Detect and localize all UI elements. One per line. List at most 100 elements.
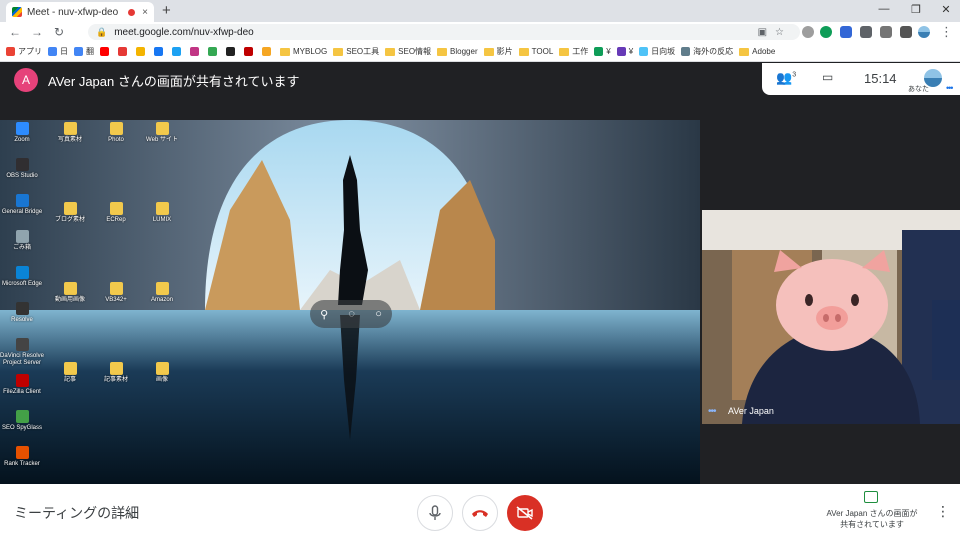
bookmark-favicon-icon bbox=[244, 47, 253, 56]
extension-icon[interactable] bbox=[880, 26, 892, 38]
bookmark-item[interactable]: Adobe bbox=[739, 47, 775, 56]
desktop-file-label: Amazon bbox=[150, 297, 173, 303]
extension-icon[interactable] bbox=[820, 26, 832, 38]
tile-audio-indicator-icon: ••• bbox=[708, 406, 716, 417]
camera-off-button[interactable] bbox=[507, 495, 543, 531]
bookmark-item[interactable] bbox=[172, 47, 184, 56]
chat-icon[interactable]: ▭ bbox=[822, 70, 833, 84]
present-screen-icon[interactable] bbox=[864, 491, 878, 503]
pin-icon[interactable]: ⚲ bbox=[320, 308, 328, 321]
bookmark-favicon-icon bbox=[208, 47, 217, 56]
bookmark-favicon-icon bbox=[172, 47, 181, 56]
desktop-file-icon[interactable]: Amazon bbox=[134, 282, 190, 304]
bookmark-item[interactable]: TOOL bbox=[518, 47, 553, 56]
bookmark-item[interactable]: 工作 bbox=[559, 46, 588, 57]
bookmark-label: 影片 bbox=[496, 47, 513, 56]
restore-button[interactable]: ❐ bbox=[906, 3, 926, 16]
desktop-app-icon[interactable]: OBS Studio bbox=[0, 158, 50, 180]
puzzle-icon[interactable] bbox=[900, 26, 912, 38]
bookmark-label: ¥ bbox=[606, 47, 611, 56]
bookmark-item[interactable]: 日向坂 bbox=[639, 46, 675, 57]
extension-icon[interactable] bbox=[860, 26, 872, 38]
bookmark-label: 日 bbox=[60, 47, 68, 56]
extension-icon[interactable] bbox=[840, 26, 852, 38]
new-tab-button[interactable]: + bbox=[162, 2, 171, 20]
self-audio-indicator-icon: ••• bbox=[946, 83, 954, 93]
bookmark-item[interactable] bbox=[136, 47, 148, 56]
tab-title: Meet - nuv-xfwp-deo bbox=[27, 6, 119, 18]
chevron-up-icon[interactable]: ︿ bbox=[122, 503, 134, 520]
desktop-file-label: 画像 bbox=[155, 377, 168, 383]
bookmark-item[interactable]: 日 bbox=[48, 46, 68, 57]
bookmark-item[interactable]: 海外の反応 bbox=[681, 46, 733, 57]
bookmark-item[interactable] bbox=[244, 47, 256, 56]
desktop-file-icon[interactable]: 画像 bbox=[134, 362, 190, 384]
folder-icon bbox=[739, 47, 750, 56]
bookmark-item[interactable]: Blogger bbox=[437, 47, 478, 56]
recording-indicator-icon bbox=[128, 8, 136, 16]
desktop-app-icon[interactable]: ごみ箱 bbox=[0, 230, 50, 252]
bookmark-item[interactable] bbox=[100, 47, 112, 56]
meet-favicon-icon bbox=[12, 7, 22, 17]
people-icon[interactable]: 👥3 bbox=[776, 70, 796, 86]
profile-avatar[interactable] bbox=[918, 26, 930, 38]
meeting-details-button[interactable]: ミーティングの詳細 bbox=[14, 503, 139, 523]
tab-close-icon[interactable]: × bbox=[142, 7, 148, 18]
back-button[interactable]: ← bbox=[6, 25, 24, 39]
desktop-app-icon[interactable]: SEO SpyGlass bbox=[0, 410, 50, 432]
folder-icon bbox=[155, 122, 169, 135]
bookmark-favicon-icon bbox=[262, 47, 271, 56]
bookmark-favicon-icon bbox=[74, 47, 83, 56]
desktop-app-icon[interactable]: Rank Tracker bbox=[0, 446, 50, 468]
more-options-icon[interactable]: ⋮ bbox=[936, 503, 950, 520]
folder-icon bbox=[280, 47, 290, 56]
bookmark-item[interactable]: SEO情報 bbox=[385, 46, 431, 57]
extension-icon[interactable] bbox=[802, 26, 814, 38]
presenting-status[interactable]: AVer Japan さんの画面が 共有されています bbox=[812, 508, 932, 530]
present-status-line2: 共有されています bbox=[840, 520, 904, 529]
desktop-file-label: LUMIX bbox=[152, 217, 172, 223]
more-icon[interactable]: ○ bbox=[375, 308, 382, 320]
desktop-app-icon[interactable]: Resolve bbox=[0, 302, 50, 324]
bookmark-item[interactable]: MYBLOG bbox=[280, 47, 327, 56]
participant-tile[interactable] bbox=[702, 210, 960, 424]
bookmark-item[interactable] bbox=[226, 47, 238, 56]
app-icon bbox=[15, 158, 29, 171]
app-icon bbox=[15, 338, 29, 351]
mute-icon[interactable]: ◌ bbox=[348, 308, 355, 320]
bookmark-favicon-icon bbox=[118, 47, 127, 56]
bookmark-favicon-icon bbox=[681, 47, 691, 56]
omnibox-actions[interactable]: ▣☆ bbox=[758, 27, 792, 38]
hang-up-button[interactable] bbox=[462, 495, 498, 531]
address-bar[interactable]: 🔒 meet.google.com/nuv-xfwp-deo ▣☆ bbox=[88, 24, 800, 40]
bookmark-favicon-icon bbox=[616, 47, 626, 56]
close-window-button[interactable]: ✕ bbox=[936, 3, 956, 16]
minimize-button[interactable]: — bbox=[874, 3, 894, 15]
screen-share-mini-controls[interactable]: ⚲ ◌ ○ bbox=[310, 300, 392, 328]
bookmark-item[interactable] bbox=[190, 47, 202, 56]
bookmark-item[interactable]: SEO工具 bbox=[333, 46, 379, 57]
bookmark-label: 日向坂 bbox=[651, 47, 676, 56]
bookmark-item[interactable]: 翻 bbox=[74, 46, 94, 57]
browser-menu-icon[interactable]: ⋮ bbox=[940, 24, 953, 40]
folder-icon bbox=[155, 202, 169, 215]
folder-icon bbox=[109, 282, 123, 295]
bookmark-item[interactable]: アプリ bbox=[6, 46, 42, 57]
folder-icon bbox=[518, 47, 529, 56]
desktop-file-icon[interactable]: Web サイト bbox=[134, 122, 190, 144]
bookmark-item[interactable]: ¥ bbox=[616, 47, 633, 56]
presenter-avatar: A bbox=[14, 68, 38, 92]
bookmark-favicon-icon bbox=[154, 47, 163, 56]
reload-button[interactable]: ↻ bbox=[50, 25, 68, 39]
bookmark-item[interactable] bbox=[154, 47, 166, 56]
app-icon bbox=[15, 266, 29, 279]
bookmark-item[interactable]: ¥ bbox=[594, 47, 611, 56]
mic-button[interactable] bbox=[417, 495, 453, 531]
bookmark-item[interactable] bbox=[118, 47, 130, 56]
bookmark-item[interactable]: 影片 bbox=[483, 46, 513, 57]
forward-button[interactable]: → bbox=[28, 25, 46, 39]
bookmark-item[interactable] bbox=[262, 47, 274, 56]
desktop-file-icon[interactable]: LUMIX bbox=[134, 202, 190, 224]
browser-tab[interactable]: Meet - nuv-xfwp-deo × bbox=[6, 2, 154, 22]
bookmark-item[interactable] bbox=[208, 47, 220, 56]
